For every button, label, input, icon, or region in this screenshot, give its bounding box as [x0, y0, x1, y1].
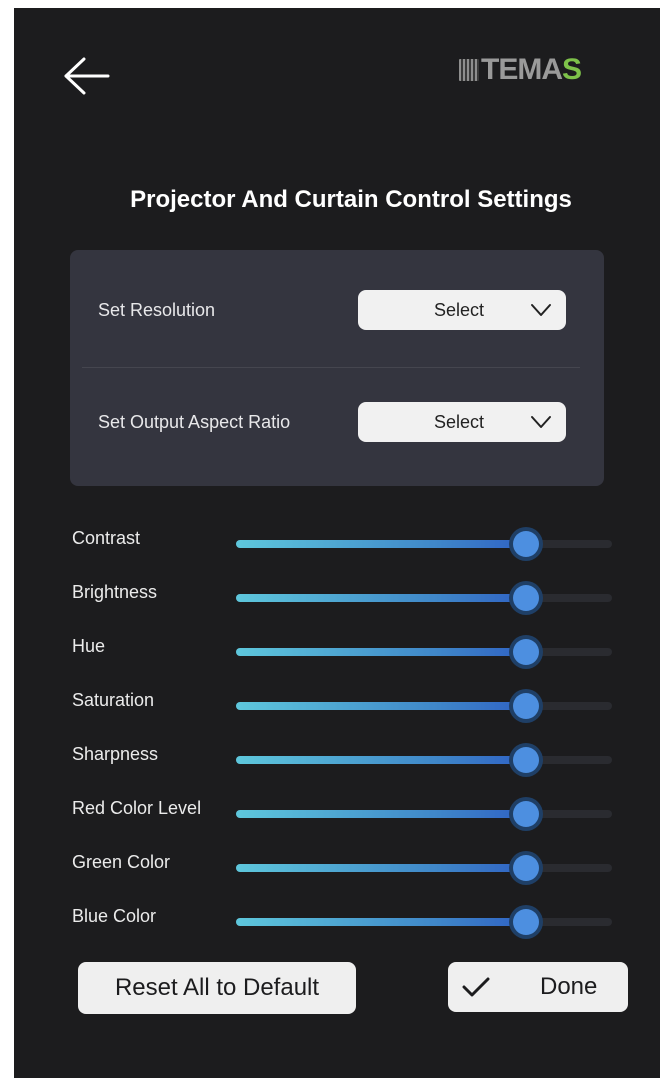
slider-label: Green Color	[72, 852, 171, 872]
red-color-level-slider[interactable]	[236, 801, 612, 827]
hue-slider[interactable]	[236, 639, 612, 665]
slider-row-brightness: Brightness	[14, 572, 660, 626]
slider-thumb[interactable]	[512, 585, 539, 611]
reset-all-button[interactable]: Reset All to Default	[78, 962, 356, 1014]
slider-thumb[interactable]	[512, 693, 539, 719]
back-button[interactable]	[62, 54, 112, 98]
slider-row-green-color: Green Color	[14, 842, 660, 896]
slider-fill	[236, 918, 526, 926]
slider-label: Hue	[72, 636, 106, 656]
resolution-select[interactable]: Select	[358, 290, 566, 330]
aspect-ratio-label: Set Output Aspect Ratio	[98, 412, 291, 432]
resolution-row: Set Resolution Select	[70, 254, 604, 366]
slider-fill	[236, 540, 526, 548]
slider-label: Sharpness	[72, 744, 159, 764]
slider-label: Saturation	[72, 690, 155, 710]
done-button[interactable]: Done	[448, 962, 628, 1012]
settings-card: Set Resolution Select Set Output Aspect …	[70, 250, 604, 486]
slider-thumb[interactable]	[512, 639, 539, 665]
slider-fill	[236, 594, 526, 602]
reset-all-label: Reset All to Default	[114, 974, 320, 1001]
slider-thumb[interactable]	[512, 855, 539, 881]
green-color-slider[interactable]	[236, 855, 612, 881]
resolution-select-value: Select	[434, 299, 485, 320]
page-title: Projector And Curtain Control Settings	[130, 186, 572, 213]
arrow-left-icon	[64, 57, 110, 95]
settings-screen: TEMAS Projector And Curtain Control Sett…	[14, 8, 660, 1078]
slider-fill	[236, 648, 526, 656]
slider-row-saturation: Saturation	[14, 680, 660, 734]
slider-fill	[236, 810, 526, 818]
aspect-ratio-select-value: Select	[434, 411, 485, 432]
slider-label: Contrast	[72, 528, 141, 548]
aspect-ratio-row: Set Output Aspect Ratio Select	[70, 366, 604, 478]
brightness-slider[interactable]	[236, 585, 612, 611]
slider-row-hue: Hue	[14, 626, 660, 680]
slider-fill	[236, 756, 526, 764]
slider-thumb[interactable]	[512, 531, 539, 557]
slider-label: Red Color Level	[72, 798, 202, 818]
slider-fill	[236, 702, 526, 710]
slider-thumb[interactable]	[512, 801, 539, 827]
slider-row-sharpness: Sharpness	[14, 734, 660, 788]
logo-mark-icon	[459, 59, 479, 81]
slider-label: Blue Color	[72, 906, 157, 926]
checkmark-icon	[462, 977, 490, 997]
slider-label: Brightness	[72, 582, 158, 602]
contrast-slider[interactable]	[236, 531, 612, 557]
slider-row-red-color-level: Red Color Level	[14, 788, 660, 842]
slider-fill	[236, 864, 526, 872]
slider-row-contrast: Contrast	[14, 518, 660, 572]
chevron-down-icon	[531, 416, 551, 428]
slider-row-blue-color: Blue Color	[14, 896, 660, 950]
logo-text: TEMAS	[481, 53, 582, 86]
blue-color-slider[interactable]	[236, 909, 612, 935]
chevron-down-icon	[531, 304, 551, 316]
saturation-slider[interactable]	[236, 693, 612, 719]
aspect-ratio-select[interactable]: Select	[358, 402, 566, 442]
slider-thumb[interactable]	[512, 747, 539, 773]
brand-logo: TEMAS	[459, 50, 582, 90]
sharpness-slider[interactable]	[236, 747, 612, 773]
resolution-label: Set Resolution	[98, 300, 216, 320]
done-label: Done	[540, 973, 598, 1000]
slider-thumb[interactable]	[512, 909, 539, 935]
